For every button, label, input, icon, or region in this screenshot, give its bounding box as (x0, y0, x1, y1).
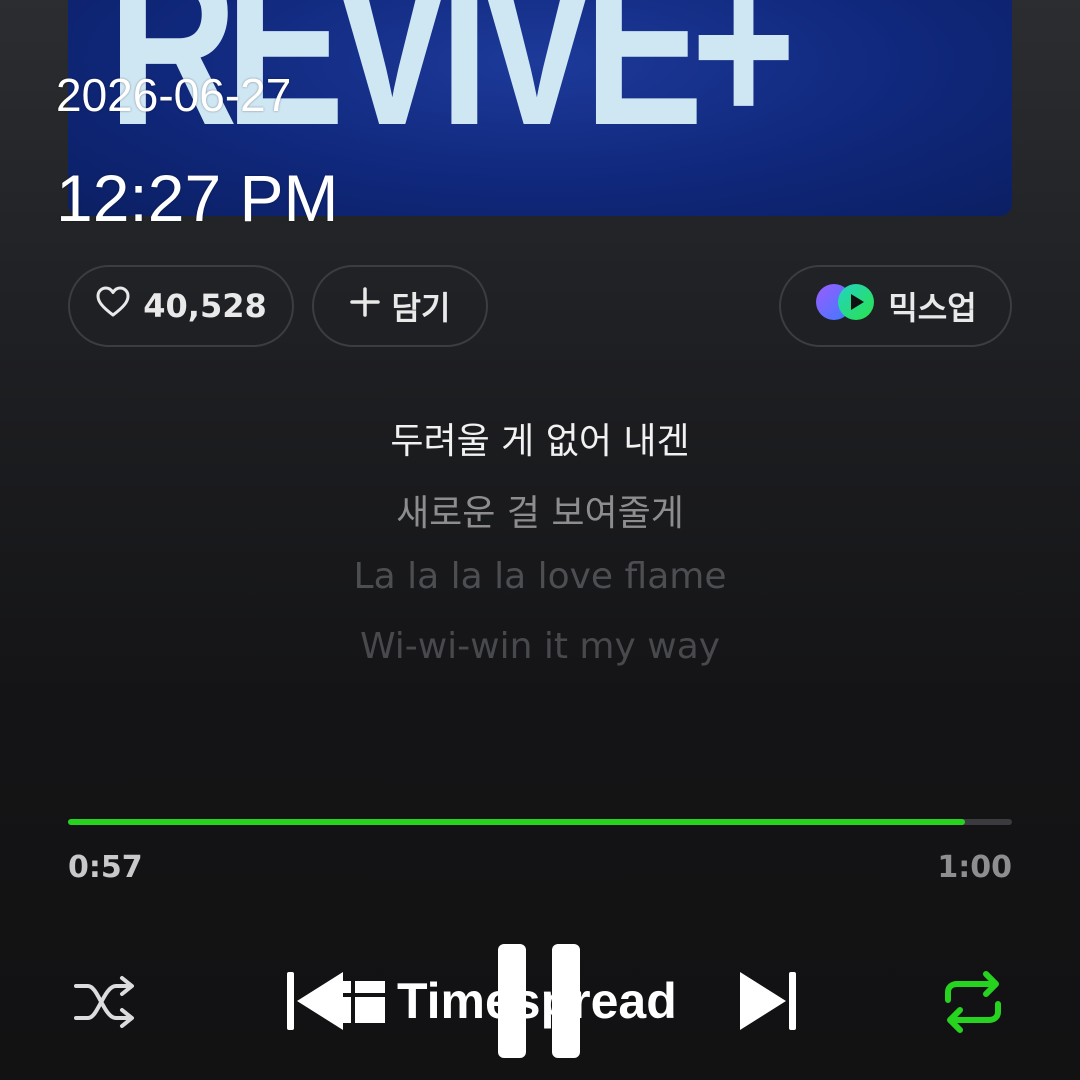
overlay-time: 12:27 PM (56, 161, 339, 235)
current-time: 0:57 (68, 850, 143, 885)
lyric-line-current[interactable]: 두려울 게 없어 내겐 (0, 412, 1080, 464)
seek-bar-progress (68, 819, 965, 825)
repeat-button[interactable] (938, 970, 1008, 1038)
mixup-icon (814, 282, 876, 330)
lyric-line[interactable]: La la la la love flame (0, 556, 1080, 597)
shuffle-button[interactable] (70, 972, 140, 1036)
total-time: 1:00 (937, 850, 1012, 885)
lyric-line[interactable]: 새로운 걸 보여줄게 (0, 484, 1080, 536)
next-button[interactable] (738, 968, 798, 1038)
plus-icon (349, 287, 380, 325)
mixup-button[interactable]: 믹스업 (779, 265, 1012, 347)
add-to-playlist-button[interactable]: 담기 (312, 265, 488, 347)
watermark-text: Timespread (397, 973, 677, 1029)
overlay-date: 2026-06-27 (56, 69, 292, 121)
add-label: 담기 (391, 289, 451, 327)
repeat-icon (938, 971, 1008, 1038)
like-count: 40,528 (143, 287, 267, 325)
heart-icon (95, 286, 131, 326)
lyric-line[interactable]: Wi-wi-win it my way (0, 626, 1080, 667)
like-button[interactable]: 40,528 (68, 265, 294, 347)
watermark-logo-icon (335, 973, 387, 1029)
pause-icon (494, 944, 584, 1064)
mixup-label: 믹스업 (888, 289, 977, 327)
shuffle-icon (70, 976, 140, 1036)
next-icon (738, 972, 798, 1038)
watermark: Timespread (335, 966, 677, 1036)
seek-bar[interactable] (68, 819, 1012, 825)
